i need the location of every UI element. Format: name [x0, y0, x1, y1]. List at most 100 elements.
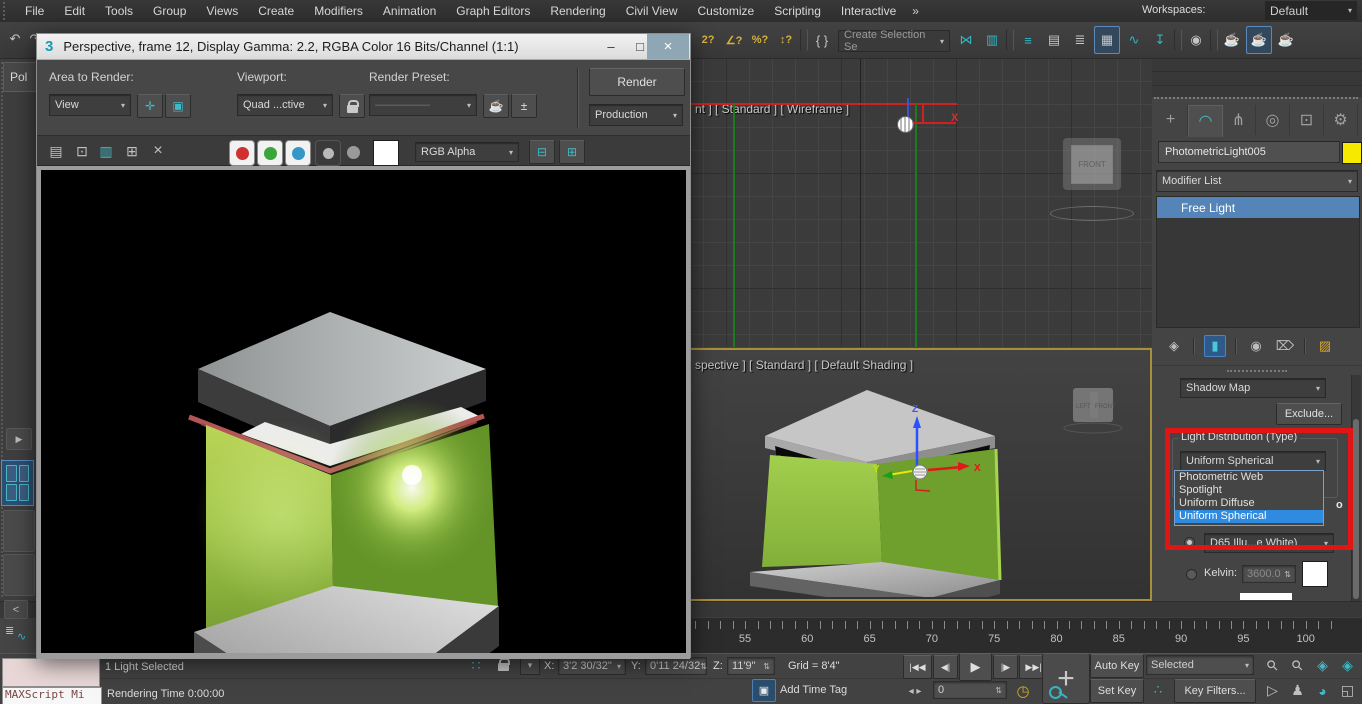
tab-create[interactable]: + — [1154, 105, 1188, 135]
red-channel-button[interactable] — [229, 140, 255, 166]
color-preset-dropdown[interactable]: D65 Illu...e White) ▾ — [1204, 533, 1334, 553]
pin-stack-icon[interactable]: ◈ — [1164, 336, 1184, 356]
named-selection-sets-icon[interactable]: { } — [810, 27, 834, 53]
render-setup-icon[interactable]: ☕ — [1220, 27, 1244, 53]
clear-image-icon[interactable]: × — [147, 140, 169, 162]
render-preset-dropdown[interactable]: ————— ▾ — [369, 94, 477, 116]
curve-editor-icon[interactable]: ∿ — [1122, 27, 1146, 53]
auto-key-button[interactable]: Auto Key — [1090, 654, 1144, 678]
save-image-icon[interactable]: ▤ — [45, 140, 67, 162]
ribbon-toggle-icon[interactable]: ≣ — [1068, 27, 1092, 53]
color-preset-radio[interactable] — [1184, 537, 1195, 548]
selection-set-dropdown[interactable]: Create Selection Se ▾ — [838, 30, 950, 52]
menu-item[interactable]: Interactive — [831, 0, 906, 22]
maxscript-mini-listener[interactable]: MAXScript Mi — [2, 687, 102, 704]
menu-item[interactable]: Civil View — [616, 0, 688, 22]
viewport-layout-tab[interactable] — [3, 510, 35, 552]
rendered-frame-icon[interactable]: ☕ — [1246, 26, 1272, 54]
viewport-dropdown[interactable]: Quad ...ctive ▾ — [237, 94, 333, 116]
menu-overflow-icon[interactable]: » — [906, 4, 925, 18]
menu-item[interactable]: Edit — [54, 0, 95, 22]
snaps-toggle-icon[interactable]: 2? — [696, 27, 720, 53]
minimize-button[interactable]: – — [597, 34, 625, 59]
ribbon-tab-polygon-modeling[interactable]: Pol — [3, 62, 36, 92]
viewcube-front-face[interactable]: FRONT — [1071, 145, 1113, 184]
graphite-tools-icon[interactable]: ▦ — [1094, 26, 1120, 54]
macro-recorder-panel[interactable] — [2, 658, 100, 687]
material-editor-icon[interactable]: ◉ — [1184, 27, 1208, 53]
print-image-icon[interactable]: ⊞ — [121, 140, 143, 162]
tab-modify[interactable]: ◠ — [1188, 105, 1223, 137]
next-frame-button[interactable]: |▶ — [993, 655, 1018, 679]
toolbar-grip[interactable] — [3, 2, 12, 20]
object-color-swatch[interactable] — [1342, 142, 1362, 164]
tab-hierarchy[interactable]: ⋔ — [1222, 105, 1256, 135]
mini-curve-icon[interactable]: ∿ — [17, 630, 26, 643]
exclude-button[interactable]: Exclude... — [1276, 403, 1342, 425]
key-filters-button[interactable]: Key Filters... — [1174, 679, 1256, 703]
green-channel-button[interactable] — [257, 140, 283, 166]
scrollbar-thumb[interactable] — [1353, 419, 1359, 599]
menu-item[interactable]: Group — [143, 0, 196, 22]
menu-item[interactable]: Scripting — [764, 0, 831, 22]
toolbar-separator[interactable] — [1174, 29, 1182, 51]
shadow-type-dropdown[interactable]: Shadow Map ▾ — [1180, 378, 1326, 398]
menu-item[interactable]: Views — [196, 0, 248, 22]
toolbar-separator[interactable] — [800, 29, 808, 51]
channels-icon[interactable]: ▥ — [95, 140, 117, 162]
timeline-ruler[interactable]: 556065707580859095100 — [691, 617, 1362, 654]
spinner-snap-icon[interactable]: ↕? — [774, 27, 798, 53]
toolbar-separator[interactable] — [1006, 29, 1014, 51]
set-keys-button[interactable]: + — [1042, 653, 1090, 704]
filter-color-swatch-partial[interactable] — [1240, 593, 1292, 600]
stack-separator[interactable] — [1193, 338, 1195, 354]
play-button[interactable]: ▶ — [959, 653, 992, 681]
rendered-image-canvas[interactable] — [37, 166, 690, 659]
set-key-button[interactable]: Set Key — [1090, 679, 1144, 703]
show-end-result-icon[interactable]: ▮ — [1204, 335, 1226, 357]
percent-snap-icon[interactable]: %? — [748, 27, 772, 53]
mini-listener-icon[interactable]: ≣ — [5, 624, 14, 637]
kelvin-color-swatch[interactable] — [1302, 561, 1328, 587]
configure-modifier-sets-icon[interactable]: ▨ — [1315, 336, 1335, 356]
viewport-layout-tab[interactable] — [3, 554, 35, 596]
menu-item[interactable]: Create — [248, 0, 304, 22]
monochrome-button[interactable] — [315, 140, 341, 166]
menu-item[interactable]: File — [15, 0, 54, 22]
rollout-grip[interactable] — [1227, 370, 1287, 372]
background-color-swatch[interactable] — [373, 140, 399, 166]
stack-item-free-light[interactable]: Free Light — [1157, 197, 1359, 218]
viewport-layout-tab-active[interactable] — [1, 460, 34, 506]
dropdown-option[interactable]: Uniform Spherical — [1175, 510, 1323, 523]
channel-display-dropdown[interactable]: RGB Alpha ▾ — [415, 142, 519, 162]
angle-snap-icon[interactable]: ∠? — [722, 27, 746, 53]
panel-scrollbar[interactable] — [1351, 375, 1361, 601]
area-to-render-dropdown[interactable]: View ▾ — [49, 94, 131, 116]
environment-effects-icon[interactable]: ± — [511, 94, 537, 118]
tab-motion[interactable]: ◎ — [1256, 105, 1290, 135]
z-coord-field[interactable]: 11'9" ⇅ — [727, 657, 775, 675]
menu-item[interactable]: Animation — [373, 0, 446, 22]
clone-window-icon[interactable]: ⊡ — [71, 140, 93, 162]
alpha-channel-button[interactable] — [347, 146, 360, 159]
tab-utilities[interactable]: ⚙ — [1324, 105, 1358, 135]
render-setup-icon[interactable]: ☕ — [483, 94, 509, 118]
light-distribution-dropdown[interactable]: Uniform Spherical ▾ — [1180, 451, 1326, 471]
dropdown-option[interactable]: Uniform Diffuse — [1175, 497, 1323, 510]
key-mode-icon[interactable]: ∴ — [1146, 680, 1170, 700]
stack-separator[interactable] — [1304, 338, 1306, 354]
frame-step-arrows-icon[interactable]: ◂ ▸ — [905, 682, 925, 700]
panel-grip[interactable] — [1154, 97, 1358, 104]
menu-item[interactable]: Modifiers — [304, 0, 373, 22]
collapse-strip-button[interactable]: < — [4, 600, 28, 619]
scene-explorer-icon[interactable]: ≡ — [1016, 27, 1040, 53]
render-button[interactable]: Render — [589, 68, 685, 96]
render-production-icon[interactable]: ☕ — [1274, 27, 1298, 53]
blue-channel-button[interactable] — [285, 140, 311, 166]
y-coord-field[interactable]: 0'11 24/32 ⇅ — [645, 657, 707, 675]
workspace-dropdown[interactable]: Default ▾ — [1265, 1, 1357, 20]
menu-item[interactable]: Customize — [688, 0, 765, 22]
schematic-view-icon[interactable]: ↧ — [1148, 27, 1172, 53]
maximize-viewport-icon[interactable]: ◱ — [1335, 678, 1360, 703]
expand-panel-button[interactable]: ▶ — [6, 428, 32, 450]
